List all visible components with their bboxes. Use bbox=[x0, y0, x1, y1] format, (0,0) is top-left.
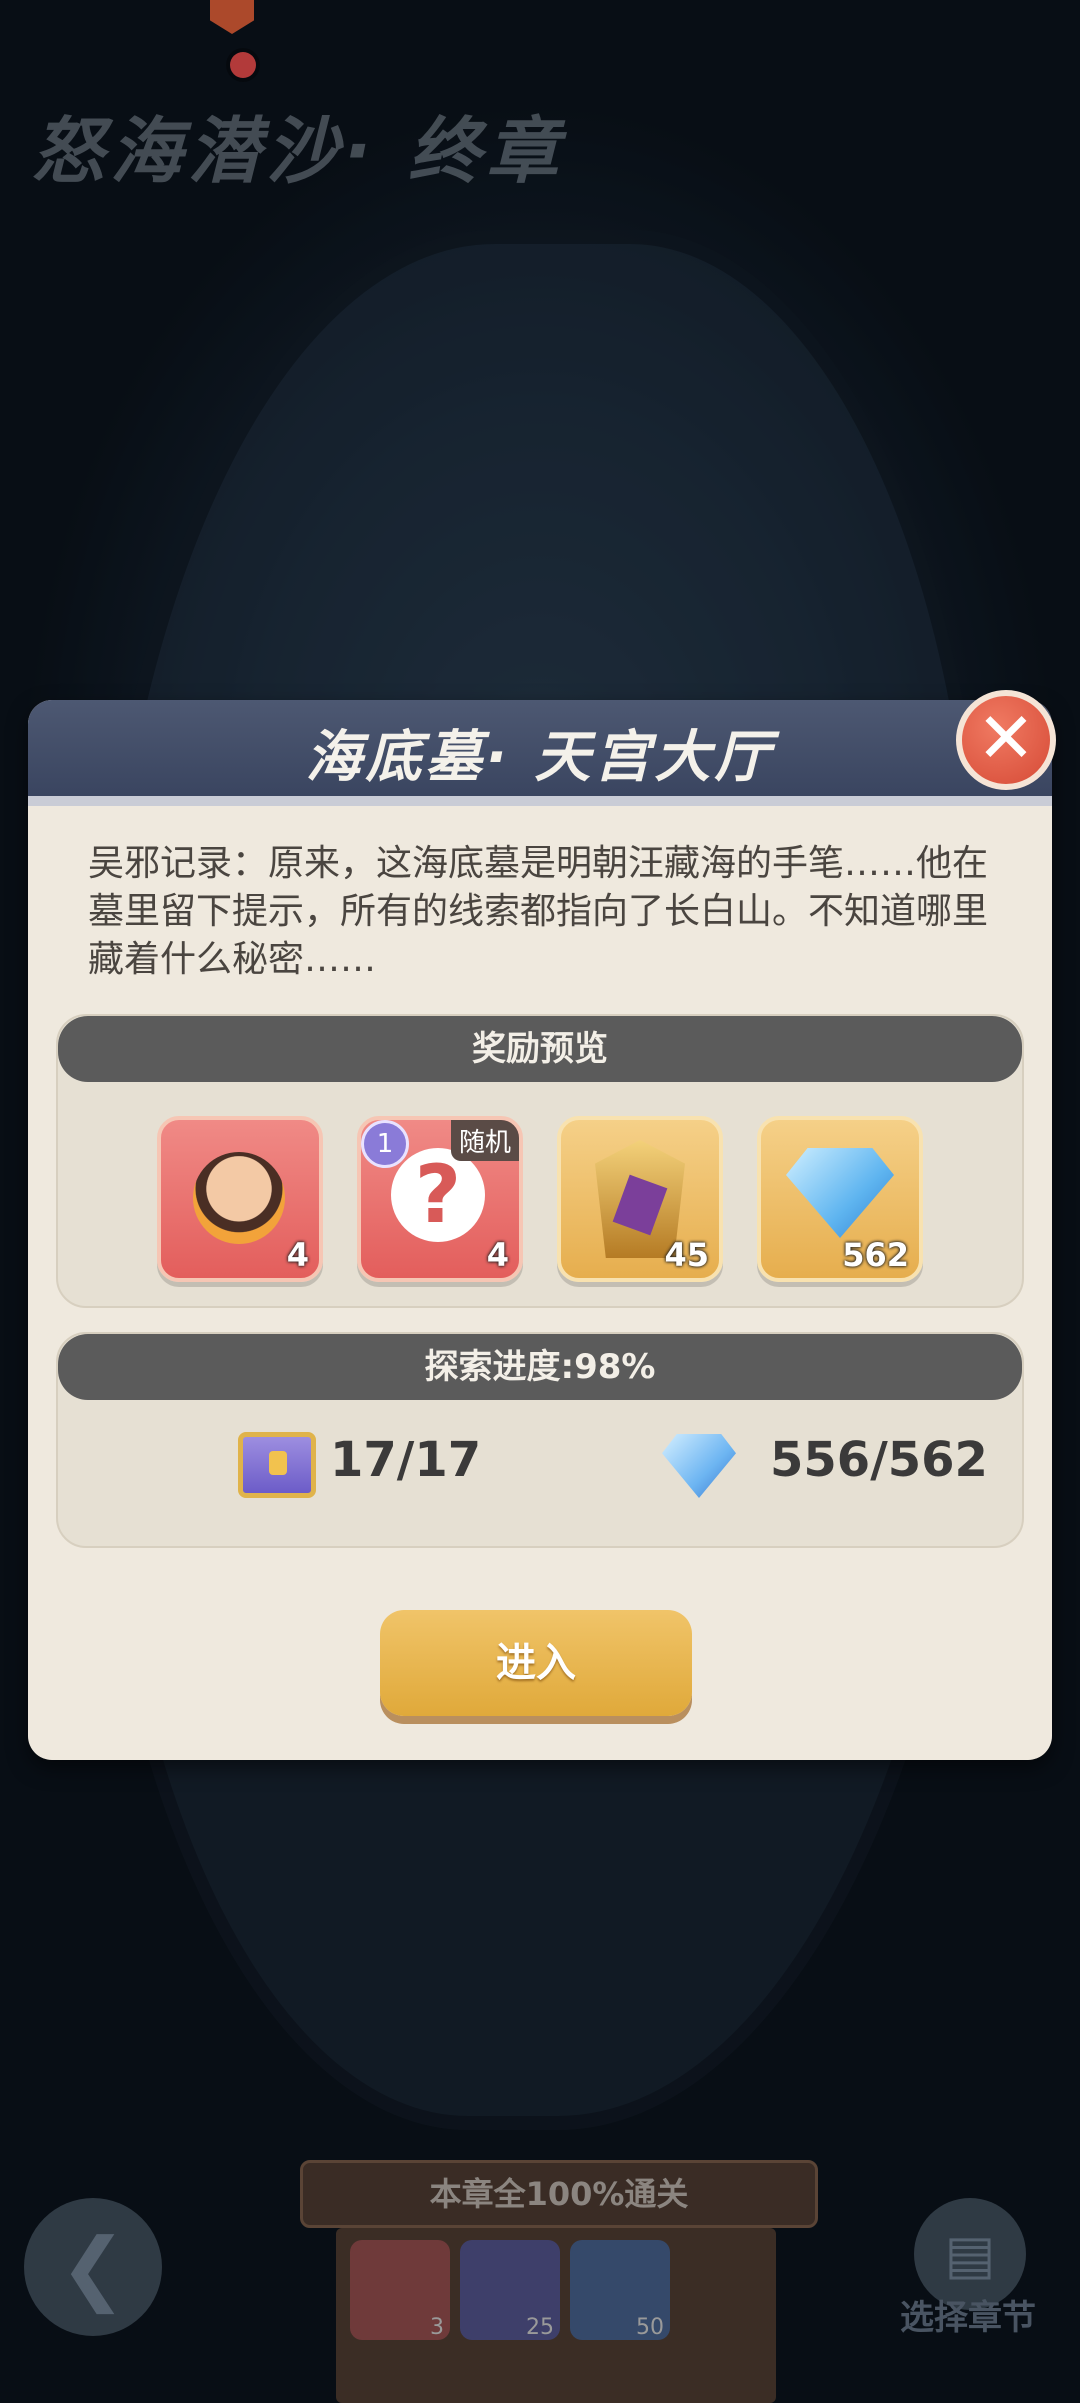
reward-preview-panel: 奖励预览 4 ? 1 随机 4 45 562 bbox=[56, 1014, 1024, 1308]
chapter-select-label[interactable]: 选择章节 bbox=[900, 2290, 1036, 2339]
question-mark-icon: ? bbox=[391, 1148, 485, 1242]
slot-count: 3 bbox=[430, 2315, 444, 2340]
book-icon: ▤ bbox=[944, 2222, 996, 2286]
dialog-header: 海底墓· 天宫大厅 bbox=[28, 700, 1052, 806]
reward-item-diamond[interactable]: 562 bbox=[757, 1116, 923, 1282]
hero-portrait-icon bbox=[193, 1152, 285, 1244]
reward-badge: 1 bbox=[361, 1120, 409, 1168]
gem-count: 556/562 bbox=[770, 1432, 988, 1488]
back-arrow-icon: ❮ bbox=[59, 2220, 127, 2314]
reward-item-random[interactable]: ? 1 随机 4 bbox=[357, 1116, 523, 1282]
chapter-completion-board[interactable]: 本章全100%通关 3 25 50 bbox=[300, 2160, 818, 2403]
board-reward-hero: 3 bbox=[350, 2240, 450, 2340]
diamond-icon bbox=[662, 1434, 736, 1498]
level-description: 吴邪记录：原来，这海底墓是明朝汪藏海的手笔……他在墓里留下提示，所有的线索都指向… bbox=[88, 843, 989, 980]
board-title: 本章全100%通关 bbox=[300, 2160, 818, 2228]
reward-list: 4 ? 1 随机 4 45 562 bbox=[58, 1116, 1022, 1282]
reward-count: 4 bbox=[486, 1236, 509, 1274]
slot-count: 25 bbox=[526, 2315, 554, 2340]
chest-count: 17/17 bbox=[330, 1432, 482, 1488]
board-reward-hourglass: 50 bbox=[570, 2240, 670, 2340]
reward-item-mask[interactable]: 45 bbox=[557, 1116, 723, 1282]
close-x-icon: ✕ bbox=[976, 697, 1036, 779]
level-dialog: 海底墓· 天宫大厅 吴邪记录：原来，这海底墓是明朝汪藏海的手笔……他在墓里留下提… bbox=[28, 700, 1052, 1760]
dialog-title: 海底墓· 天宫大厅 bbox=[305, 725, 775, 790]
enter-button[interactable]: 进入 bbox=[380, 1610, 692, 1716]
reward-preview-title: 奖励预览 bbox=[58, 1016, 1022, 1082]
progress-title: 探索进度:98% bbox=[58, 1334, 1022, 1400]
reward-item-hero[interactable]: 4 bbox=[157, 1116, 323, 1282]
progress-stats: 17/17 556/562 bbox=[58, 1432, 1022, 1512]
reward-count: 45 bbox=[664, 1236, 709, 1274]
random-tag: 随机 bbox=[450, 1120, 519, 1161]
reward-count: 562 bbox=[842, 1236, 909, 1274]
close-button[interactable]: ✕ bbox=[956, 690, 1056, 790]
back-button[interactable]: ❮ bbox=[24, 2198, 162, 2336]
reward-count: 4 bbox=[286, 1236, 309, 1274]
location-dot bbox=[230, 52, 256, 78]
board-reward-shovel: 25 bbox=[460, 2240, 560, 2340]
board-rewards: 3 25 50 bbox=[336, 2228, 776, 2403]
exploration-progress-panel: 探索进度:98% 17/17 556/562 bbox=[56, 1332, 1024, 1548]
treasure-chest-icon bbox=[238, 1432, 316, 1498]
chapter-title: 怒海潜沙· 终章 bbox=[32, 109, 565, 193]
diamond-icon bbox=[786, 1148, 894, 1238]
slot-count: 50 bbox=[636, 2315, 664, 2340]
